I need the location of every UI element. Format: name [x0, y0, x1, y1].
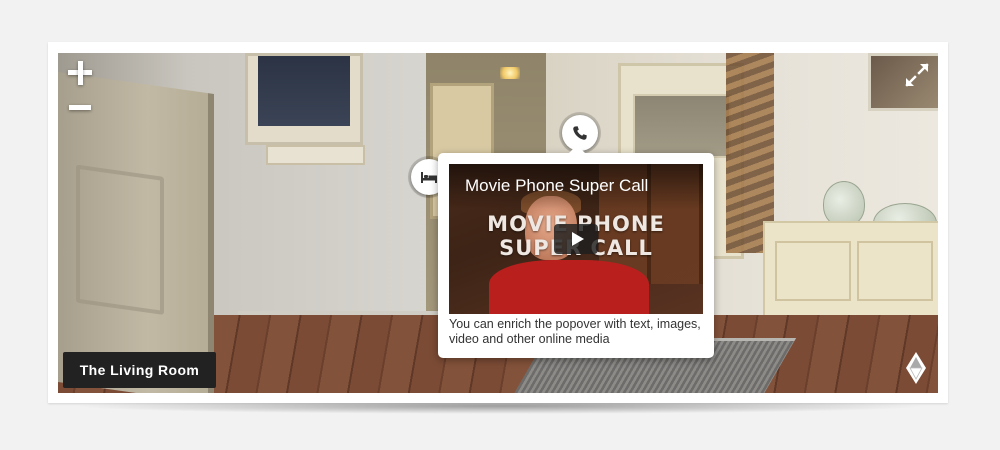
- video-title[interactable]: Movie Phone Super Call: [465, 176, 648, 196]
- sideboard-door: [775, 241, 851, 301]
- cabinet-glass: [633, 94, 731, 158]
- compass-icon: [906, 352, 926, 384]
- minus-icon: [69, 105, 91, 110]
- window-glass: [258, 56, 350, 126]
- sideboard-door: [857, 241, 933, 301]
- zoom-out-button[interactable]: [66, 93, 94, 121]
- wall-lamp: [500, 67, 520, 79]
- zoom-in-button[interactable]: [66, 59, 94, 87]
- scene-title: The Living Room: [63, 352, 216, 388]
- video-player[interactable]: Movie Phone Super Call MOVIE PHONE SUPER…: [449, 164, 703, 314]
- play-icon: [571, 232, 584, 246]
- phone-icon: [573, 126, 587, 140]
- door-panel: [76, 164, 164, 315]
- bed-icon: [421, 172, 437, 183]
- wall-window: [245, 53, 363, 145]
- coat-rack: [266, 145, 365, 165]
- fullscreen-button[interactable]: [901, 59, 933, 91]
- hotspot-popover: Movie Phone Super Call MOVIE PHONE SUPER…: [438, 145, 714, 358]
- play-button[interactable]: [554, 224, 598, 254]
- popover-arrow: [568, 145, 586, 154]
- panorama-viewer[interactable]: Movie Phone Super Call MOVIE PHONE SUPER…: [58, 53, 938, 393]
- sideboard: [763, 221, 938, 317]
- compass-button[interactable]: [904, 351, 928, 385]
- popover-description: You can enrich the popover with text, im…: [449, 317, 701, 346]
- expand-arrows-icon: [905, 63, 929, 87]
